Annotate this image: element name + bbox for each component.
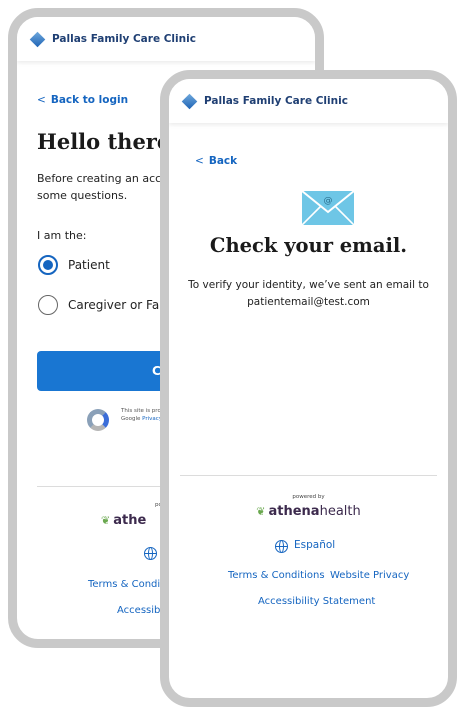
- athena-brand-bold: athena: [268, 504, 320, 519]
- back-to-login-link[interactable]: < Back to login: [37, 94, 128, 106]
- recaptcha-line-2: Google Privacy: [121, 415, 163, 423]
- athena-logo: ❦ athenahealth: [169, 504, 448, 519]
- globe-icon[interactable]: [144, 547, 157, 560]
- recaptcha-notice: This site is prot Google Privacy: [87, 407, 163, 431]
- terms-link[interactable]: Terms & Conditi: [88, 579, 167, 590]
- envelope-at-icon: @: [302, 191, 354, 225]
- back-label: Back: [208, 155, 238, 167]
- email-address: patientemail@test.com: [247, 296, 370, 308]
- language-toggle[interactable]: Español: [294, 539, 335, 551]
- role-label: I am the:: [37, 229, 87, 242]
- diamond-logo-icon: [181, 93, 198, 109]
- svg-text:@: @: [324, 196, 333, 206]
- intro-line-1: Before creating an accou: [37, 172, 175, 185]
- page-title: Check your email.: [209, 234, 408, 257]
- recaptcha-text: This site is prot Google Privacy: [121, 407, 163, 423]
- athena-brand: athe: [113, 513, 147, 528]
- intro-line-2: some questions.: [37, 189, 128, 202]
- back-to-login-label: Back to login: [50, 94, 129, 106]
- intro-text: Before creating an accou some questions.: [37, 170, 175, 204]
- powered-by-label: powered by: [292, 494, 325, 500]
- radio-option-label: Patient: [68, 258, 110, 272]
- athena-logo: ❦ athe: [101, 513, 146, 528]
- accessibility-statement-link[interactable]: Accessibility Statement: [258, 596, 375, 607]
- verification-message: To verify your identity, we’ve sent an e…: [169, 277, 448, 311]
- diamond-logo-icon: [29, 31, 46, 47]
- radio-button[interactable]: [38, 295, 58, 315]
- recaptcha-icon: [87, 409, 109, 431]
- recaptcha-line-1: This site is prot: [121, 408, 163, 414]
- radio-option-patient[interactable]: Patient: [38, 255, 110, 275]
- accessibility-link[interactable]: Accessibil: [117, 605, 166, 616]
- chevron-left-icon: <: [37, 94, 46, 106]
- globe-icon: [275, 540, 288, 553]
- back-link[interactable]: < Back: [195, 155, 237, 167]
- recaptcha-google: Google: [121, 416, 143, 422]
- clinic-name: Pallas Family Care Clinic: [52, 33, 196, 45]
- terms-link[interactable]: Terms & Conditions: [228, 570, 325, 581]
- radio-button-checked[interactable]: [38, 255, 58, 275]
- chevron-left-icon: <: [195, 155, 204, 167]
- clinic-name: Pallas Family Care Clinic: [204, 95, 348, 107]
- app-header: Pallas Family Care Clinic: [17, 17, 315, 61]
- message-line-1: To verify your identity, we’ve sent an e…: [188, 279, 429, 291]
- website-privacy-link[interactable]: Website Privacy: [330, 570, 409, 581]
- phone-frame-check-email: Pallas Family Care Clinic < Back @ Check …: [160, 70, 457, 707]
- leaf-icon: ❦: [256, 505, 266, 518]
- page-title: Hello there.: [37, 129, 178, 154]
- athena-brand-light: health: [319, 504, 361, 519]
- footer-divider: [180, 475, 437, 476]
- leaf-icon: ❦: [101, 514, 111, 527]
- app-header: Pallas Family Care Clinic: [169, 79, 448, 123]
